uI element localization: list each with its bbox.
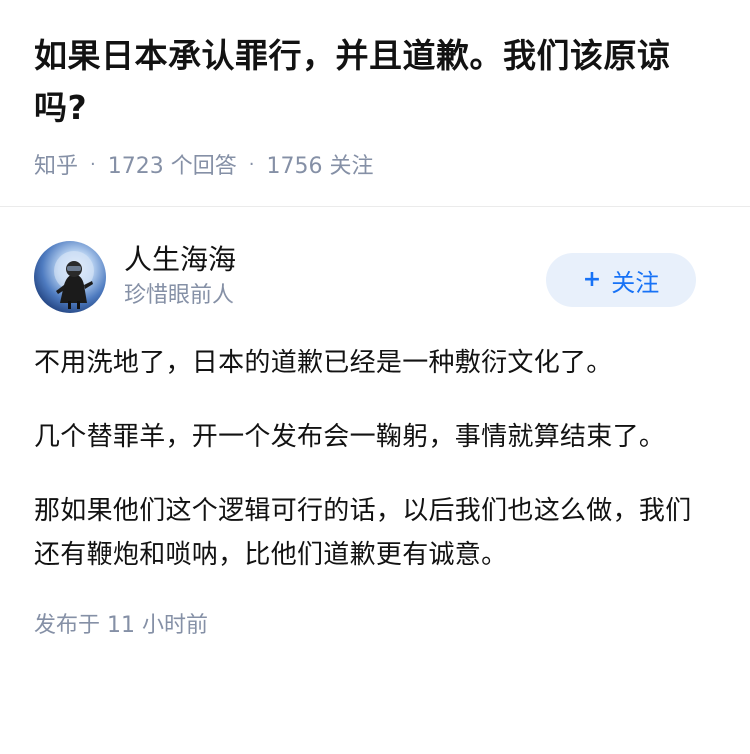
question-title[interactable]: 如果日本承认罪行，并且道歉。我们该原谅吗?	[34, 30, 716, 134]
answer-content: 不用洗地了，日本的道歉已经是一种敷衍文化了。 几个替罪羊，开一个发布会一鞠躬，事…	[34, 341, 716, 577]
follow-button[interactable]: + 关注	[546, 253, 696, 307]
author-bio: 珍惜眼前人	[124, 280, 267, 312]
avatar[interactable]	[34, 241, 106, 313]
follow-button-label: 关注	[611, 268, 660, 297]
answer-paragraph: 那如果他们这个逻辑可行的话，以后我们也这么做，我们还有鞭炮和唢呐，比他们道歉更有…	[34, 496, 692, 570]
section-divider	[0, 206, 750, 207]
question-header: 如果日本承认罪行，并且道歉。我们该原谅吗? 知乎 · 1723 个回答 · 17…	[0, 0, 750, 180]
answer-paragraph: 几个替罪羊，开一个发布会一鞠躬，事情就算结束了。	[34, 422, 666, 452]
bio-fade	[228, 285, 267, 307]
author-name[interactable]: 人生海海	[124, 242, 266, 278]
meta-separator: ·	[248, 153, 255, 175]
answers-count[interactable]: 1723 个回答	[108, 148, 237, 180]
question-meta: 知乎 · 1723 个回答 · 1756 关注	[34, 148, 716, 180]
astronaut-moon-avatar-icon	[54, 251, 94, 309]
answer-card: 人生海海 珍惜眼前人 + 关注 不用洗地了，日本的道歉已经是一种敷衍文化了。 几…	[0, 241, 750, 639]
source-label[interactable]: 知乎	[34, 148, 78, 180]
publish-time: 发布于 11 小时前	[34, 613, 208, 638]
followers-count: 1756 关注	[266, 154, 374, 179]
author-bio-text: 珍惜眼前人	[124, 283, 235, 308]
meta-separator: ·	[90, 153, 96, 175]
plus-icon: +	[582, 267, 602, 292]
author-info: 人生海海 珍惜眼前人	[124, 242, 267, 312]
author-row: 人生海海 珍惜眼前人 + 关注	[34, 241, 716, 313]
answer-paragraph: 不用洗地了，日本的道歉已经是一种敷衍文化了。	[34, 348, 613, 378]
